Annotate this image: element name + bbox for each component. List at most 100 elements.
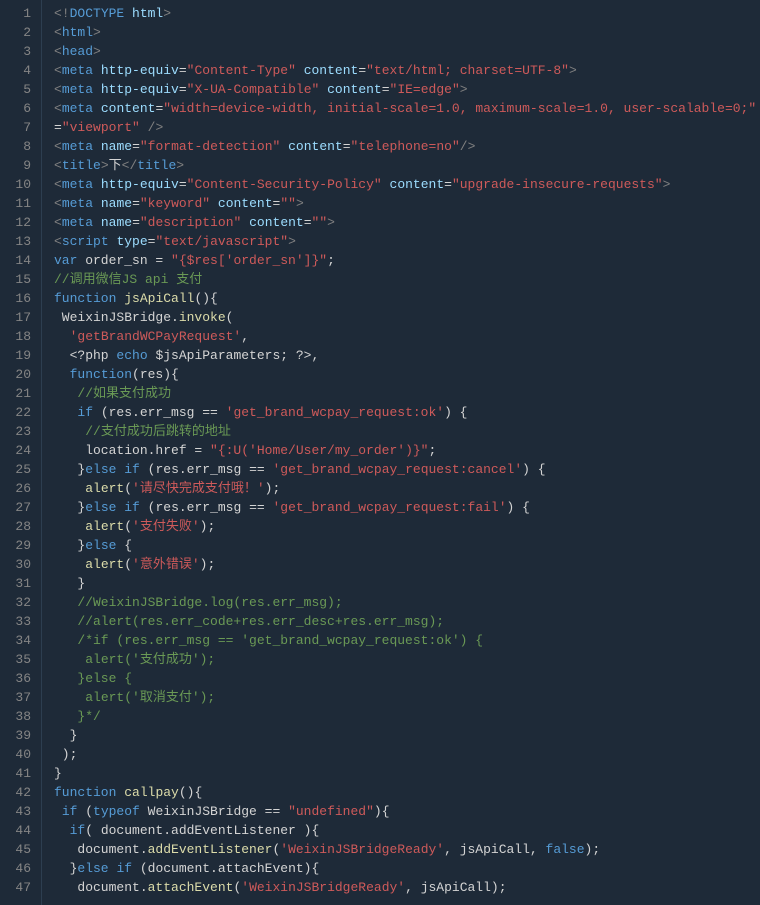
code-line[interactable]: <meta http-equiv="Content-Type" content=…	[54, 61, 760, 80]
code-line[interactable]: //如果支付成功	[54, 384, 760, 403]
token: ;	[327, 253, 335, 268]
line-number: 3	[0, 42, 31, 61]
code-line[interactable]: <meta name="format-detection" content="t…	[54, 137, 760, 156]
code-line[interactable]: <meta http-equiv="Content-Security-Polic…	[54, 175, 760, 194]
token: document.	[54, 880, 148, 895]
code-line[interactable]: function jsApiCall(){	[54, 289, 760, 308]
code-line[interactable]: <meta http-equiv="X-UA-Compatible" conte…	[54, 80, 760, 99]
code-line[interactable]: }else if (res.err_msg == 'get_brand_wcpa…	[54, 460, 760, 479]
token: , jsApiCall);	[405, 880, 506, 895]
token: =	[358, 63, 366, 78]
code-line[interactable]: //调用微信JS api 支付	[54, 270, 760, 289]
token: content	[101, 101, 156, 116]
code-line[interactable]: alert('支付成功');	[54, 650, 760, 669]
token: name	[101, 196, 132, 211]
token: ) {	[444, 405, 467, 420]
code-line[interactable]: alert('请尽快完成支付哦！');	[54, 479, 760, 498]
code-line[interactable]: location.href = "{:U('Home/User/my_order…	[54, 441, 760, 460]
token: />	[460, 139, 476, 154]
code-line[interactable]: }else if (document.attachEvent){	[54, 859, 760, 878]
code-line[interactable]: /*if (res.err_msg == 'get_brand_wcpay_re…	[54, 631, 760, 650]
token: alert	[85, 519, 124, 534]
token: if	[70, 823, 86, 838]
token: //alert(res.err_code+res.err_desc+res.er…	[77, 614, 444, 629]
code-line[interactable]: function(res){	[54, 365, 760, 384]
token: <	[54, 215, 62, 230]
code-line[interactable]: }*/	[54, 707, 760, 726]
line-number: 31	[0, 574, 31, 593]
token	[54, 804, 62, 819]
token: }	[54, 462, 85, 477]
code-line[interactable]: <title>下</title>	[54, 156, 760, 175]
line-number: 30	[0, 555, 31, 574]
code-line[interactable]: }	[54, 726, 760, 745]
token: />	[148, 120, 164, 135]
code-editor[interactable]: 1234567891011121314151617181920212223242…	[0, 0, 760, 905]
token	[54, 614, 77, 629]
line-number: 25	[0, 460, 31, 479]
code-line[interactable]: //支付成功后跳转的地址	[54, 422, 760, 441]
code-line[interactable]: //alert(res.err_code+res.err_desc+res.er…	[54, 612, 760, 631]
token: //如果支付成功	[77, 386, 171, 401]
code-area[interactable]: <!DOCTYPE html><html><head><meta http-eq…	[42, 0, 760, 905]
code-line[interactable]: }	[54, 764, 760, 783]
code-line[interactable]: document.addEventListener('WeixinJSBridg…	[54, 840, 760, 859]
token: =	[132, 215, 140, 230]
code-line[interactable]: if (typeof WeixinJSBridge == "undefined"…	[54, 802, 760, 821]
token: WeixinJSBridge.	[54, 310, 179, 325]
token: 'getBrandWCPayRequest'	[70, 329, 242, 344]
code-line[interactable]: ="viewport" />	[54, 118, 760, 137]
code-line[interactable]: }else {	[54, 536, 760, 555]
token: <	[54, 139, 62, 154]
code-line[interactable]: <script type="text/javascript">	[54, 232, 760, 251]
token: }*/	[77, 709, 100, 724]
line-number: 33	[0, 612, 31, 631]
code-line[interactable]: var order_sn = "{$res['order_sn']}";	[54, 251, 760, 270]
token: {	[116, 538, 132, 553]
code-line[interactable]: if (res.err_msg == 'get_brand_wcpay_requ…	[54, 403, 760, 422]
code-line[interactable]: <meta name="description" content="">	[54, 213, 760, 232]
code-line[interactable]: <html>	[54, 23, 760, 42]
token: (res){	[132, 367, 179, 382]
code-line[interactable]: document.attachEvent('WeixinJSBridgeRead…	[54, 878, 760, 897]
code-line[interactable]: }else {	[54, 669, 760, 688]
token: =	[444, 177, 452, 192]
code-line[interactable]: alert('支付失败');	[54, 517, 760, 536]
code-line[interactable]: <meta content="width=device-width, initi…	[54, 99, 760, 118]
token	[241, 215, 249, 230]
code-line[interactable]: }	[54, 574, 760, 593]
code-line[interactable]: );	[54, 745, 760, 764]
code-line[interactable]: alert('意外错误');	[54, 555, 760, 574]
token: name	[101, 215, 132, 230]
token	[296, 63, 304, 78]
token: if	[62, 804, 78, 819]
token: else	[85, 462, 116, 477]
token: typeof	[93, 804, 140, 819]
line-number: 1	[0, 4, 31, 23]
token: }else {	[77, 671, 132, 686]
code-line[interactable]: 'getBrandWCPayRequest',	[54, 327, 760, 346]
code-line[interactable]: <head>	[54, 42, 760, 61]
code-line[interactable]: function callpay(){	[54, 783, 760, 802]
code-line[interactable]: alert('取消支付');	[54, 688, 760, 707]
token	[319, 82, 327, 97]
line-number-gutter: 1234567891011121314151617181920212223242…	[0, 0, 42, 905]
code-line[interactable]: //WeixinJSBridge.log(res.err_msg);	[54, 593, 760, 612]
token: =	[132, 196, 140, 211]
token	[93, 215, 101, 230]
token: (res.err_msg ==	[140, 500, 273, 515]
code-line[interactable]: <!DOCTYPE html>	[54, 4, 760, 23]
token: title	[137, 158, 176, 173]
code-line[interactable]: if( document.addEventListener ){	[54, 821, 760, 840]
token: if	[124, 462, 140, 477]
token: <?php	[54, 348, 116, 363]
token: echo	[116, 348, 147, 363]
token: alert('取消支付');	[85, 690, 215, 705]
code-line[interactable]: }else if (res.err_msg == 'get_brand_wcpa…	[54, 498, 760, 517]
line-number: 4	[0, 61, 31, 80]
code-line[interactable]: <meta name="keyword" content="">	[54, 194, 760, 213]
code-line[interactable]: WeixinJSBridge.invoke(	[54, 308, 760, 327]
token	[54, 481, 85, 496]
code-line[interactable]: <?php echo $jsApiParameters; ?>,	[54, 346, 760, 365]
line-number: 6	[0, 99, 31, 118]
